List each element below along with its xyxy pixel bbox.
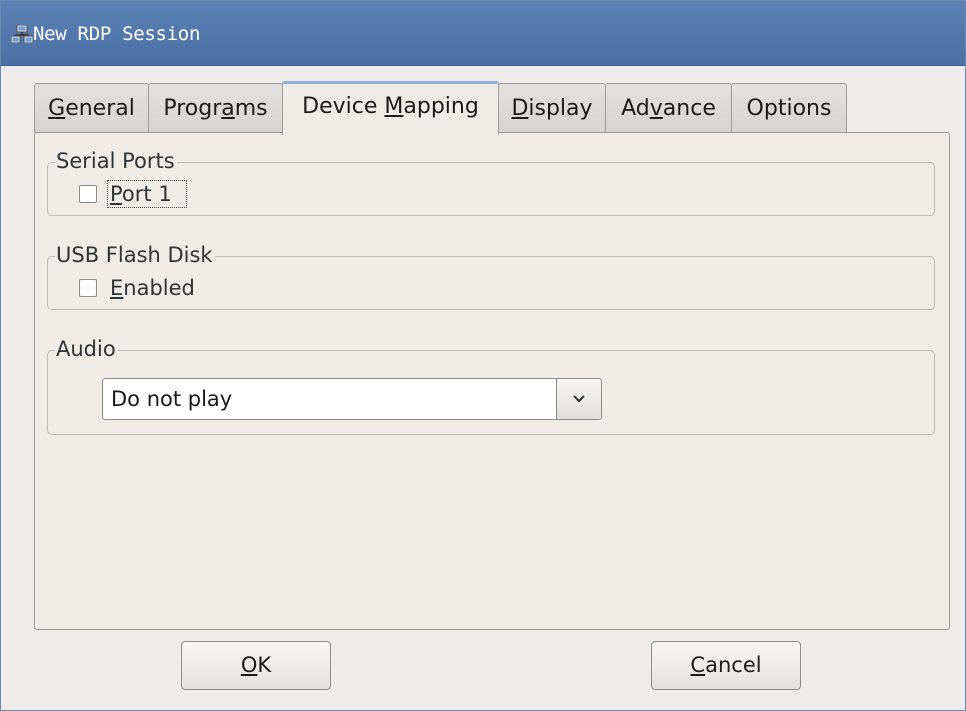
port1-label[interactable]: Port 1 [110, 181, 172, 207]
label-rest: nabled [123, 276, 195, 300]
tab-label-post: apping [403, 94, 479, 119]
tab-label-pre: Progr [163, 96, 222, 121]
button-label-rest: ancel [705, 653, 762, 677]
tab-mnemonic: v [649, 96, 663, 121]
tab-label-pre: Options [746, 96, 832, 121]
usb-enabled-checkbox[interactable] [79, 279, 97, 297]
port1-checkbox[interactable] [79, 185, 97, 203]
cancel-button[interactable]: Cancel [651, 641, 801, 690]
chevron-down-icon [573, 395, 585, 403]
audio-select[interactable]: Do not play [102, 378, 602, 420]
tab-label-pre: Device [302, 94, 385, 119]
label-mnemonic: E [110, 276, 124, 300]
audio-title: Audio [55, 337, 118, 361]
usb-enabled-checkbox-row[interactable]: Enabled [79, 275, 219, 303]
tab-display[interactable]: Display [498, 83, 606, 133]
audio-selected-value: Do not play [111, 387, 233, 411]
window-title: New RDP Session [33, 23, 201, 45]
tab-label-post: ms [234, 96, 268, 121]
tab-mnemonic: a [221, 96, 235, 121]
audio-dropdown-button[interactable] [556, 379, 601, 419]
tab-label-post: isplay [528, 96, 593, 121]
tab-advance[interactable]: Advance [605, 83, 732, 133]
title-bar[interactable]: New RDP Session [1, 1, 965, 66]
tab-mnemonic: M [384, 94, 404, 119]
usb-flash-disk-title: USB Flash Disk [55, 243, 215, 267]
button-mnemonic: C [690, 653, 706, 677]
network-computers-icon [11, 25, 33, 43]
tab-device-mapping[interactable]: Device Mapping [282, 81, 499, 135]
tab-mnemonic: G [48, 96, 66, 121]
tab-mnemonic: D [511, 96, 529, 121]
tab-programs[interactable]: Programs [148, 83, 283, 133]
rdp-session-dialog: New RDP Session General Programs Device … [0, 0, 966, 711]
tab-options[interactable]: Options [731, 83, 847, 133]
label-mnemonic: P [110, 182, 122, 206]
tab-label-post: eneral [65, 96, 135, 121]
port1-checkbox-row[interactable]: Port 1 [79, 180, 209, 209]
button-label-rest: K [257, 653, 272, 677]
ok-button[interactable]: OK [181, 641, 331, 690]
tab-general[interactable]: General [34, 83, 149, 133]
label-rest: ort 1 [121, 182, 172, 206]
tab-label-post: ance [662, 96, 716, 121]
usb-enabled-label[interactable]: Enabled [110, 275, 195, 301]
tab-label-pre: Ad [621, 96, 650, 121]
button-mnemonic: O [240, 653, 258, 677]
serial-ports-title: Serial Ports [55, 149, 177, 173]
